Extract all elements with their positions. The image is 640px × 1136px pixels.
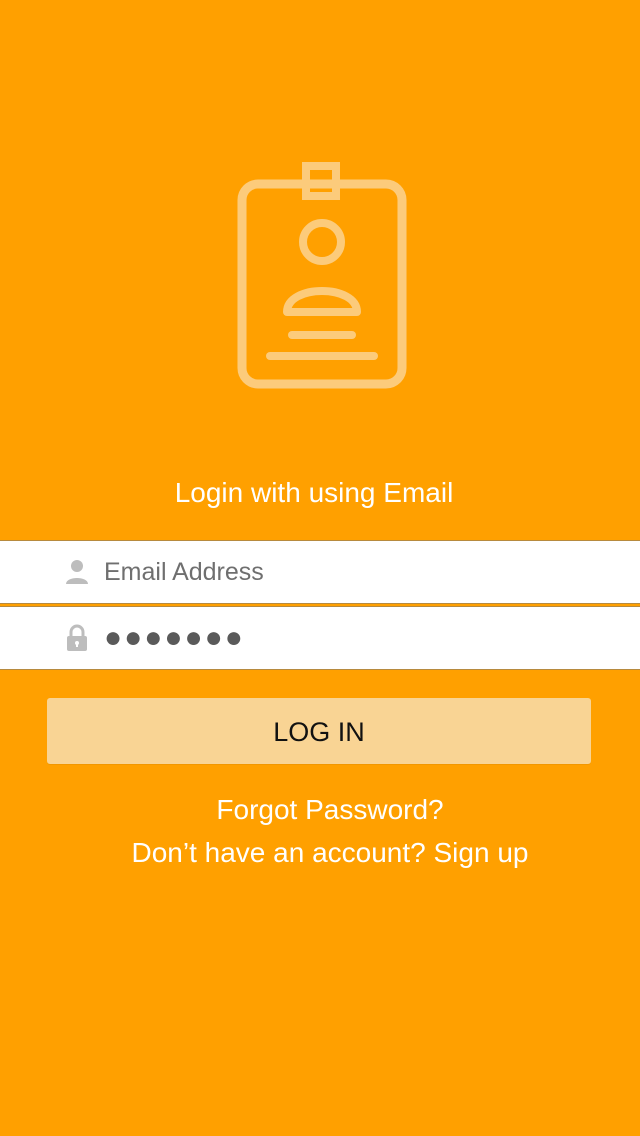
password-field[interactable] xyxy=(104,615,584,661)
forgot-password-link[interactable]: Forgot Password? xyxy=(0,791,640,829)
id-badge-icon xyxy=(232,160,412,392)
person-icon xyxy=(62,557,92,587)
login-screen: Login with using Email LOG IN Forgot Pas… xyxy=(0,0,640,1136)
signup-link[interactable]: Don’t have an account? Sign up xyxy=(0,834,640,872)
email-field[interactable] xyxy=(104,549,584,595)
lock-icon xyxy=(62,623,92,653)
password-field-container[interactable] xyxy=(0,606,640,670)
email-field-container[interactable] xyxy=(0,540,640,604)
login-button[interactable]: LOG IN xyxy=(47,698,591,764)
page-title: Login with using Email xyxy=(174,477,454,508)
